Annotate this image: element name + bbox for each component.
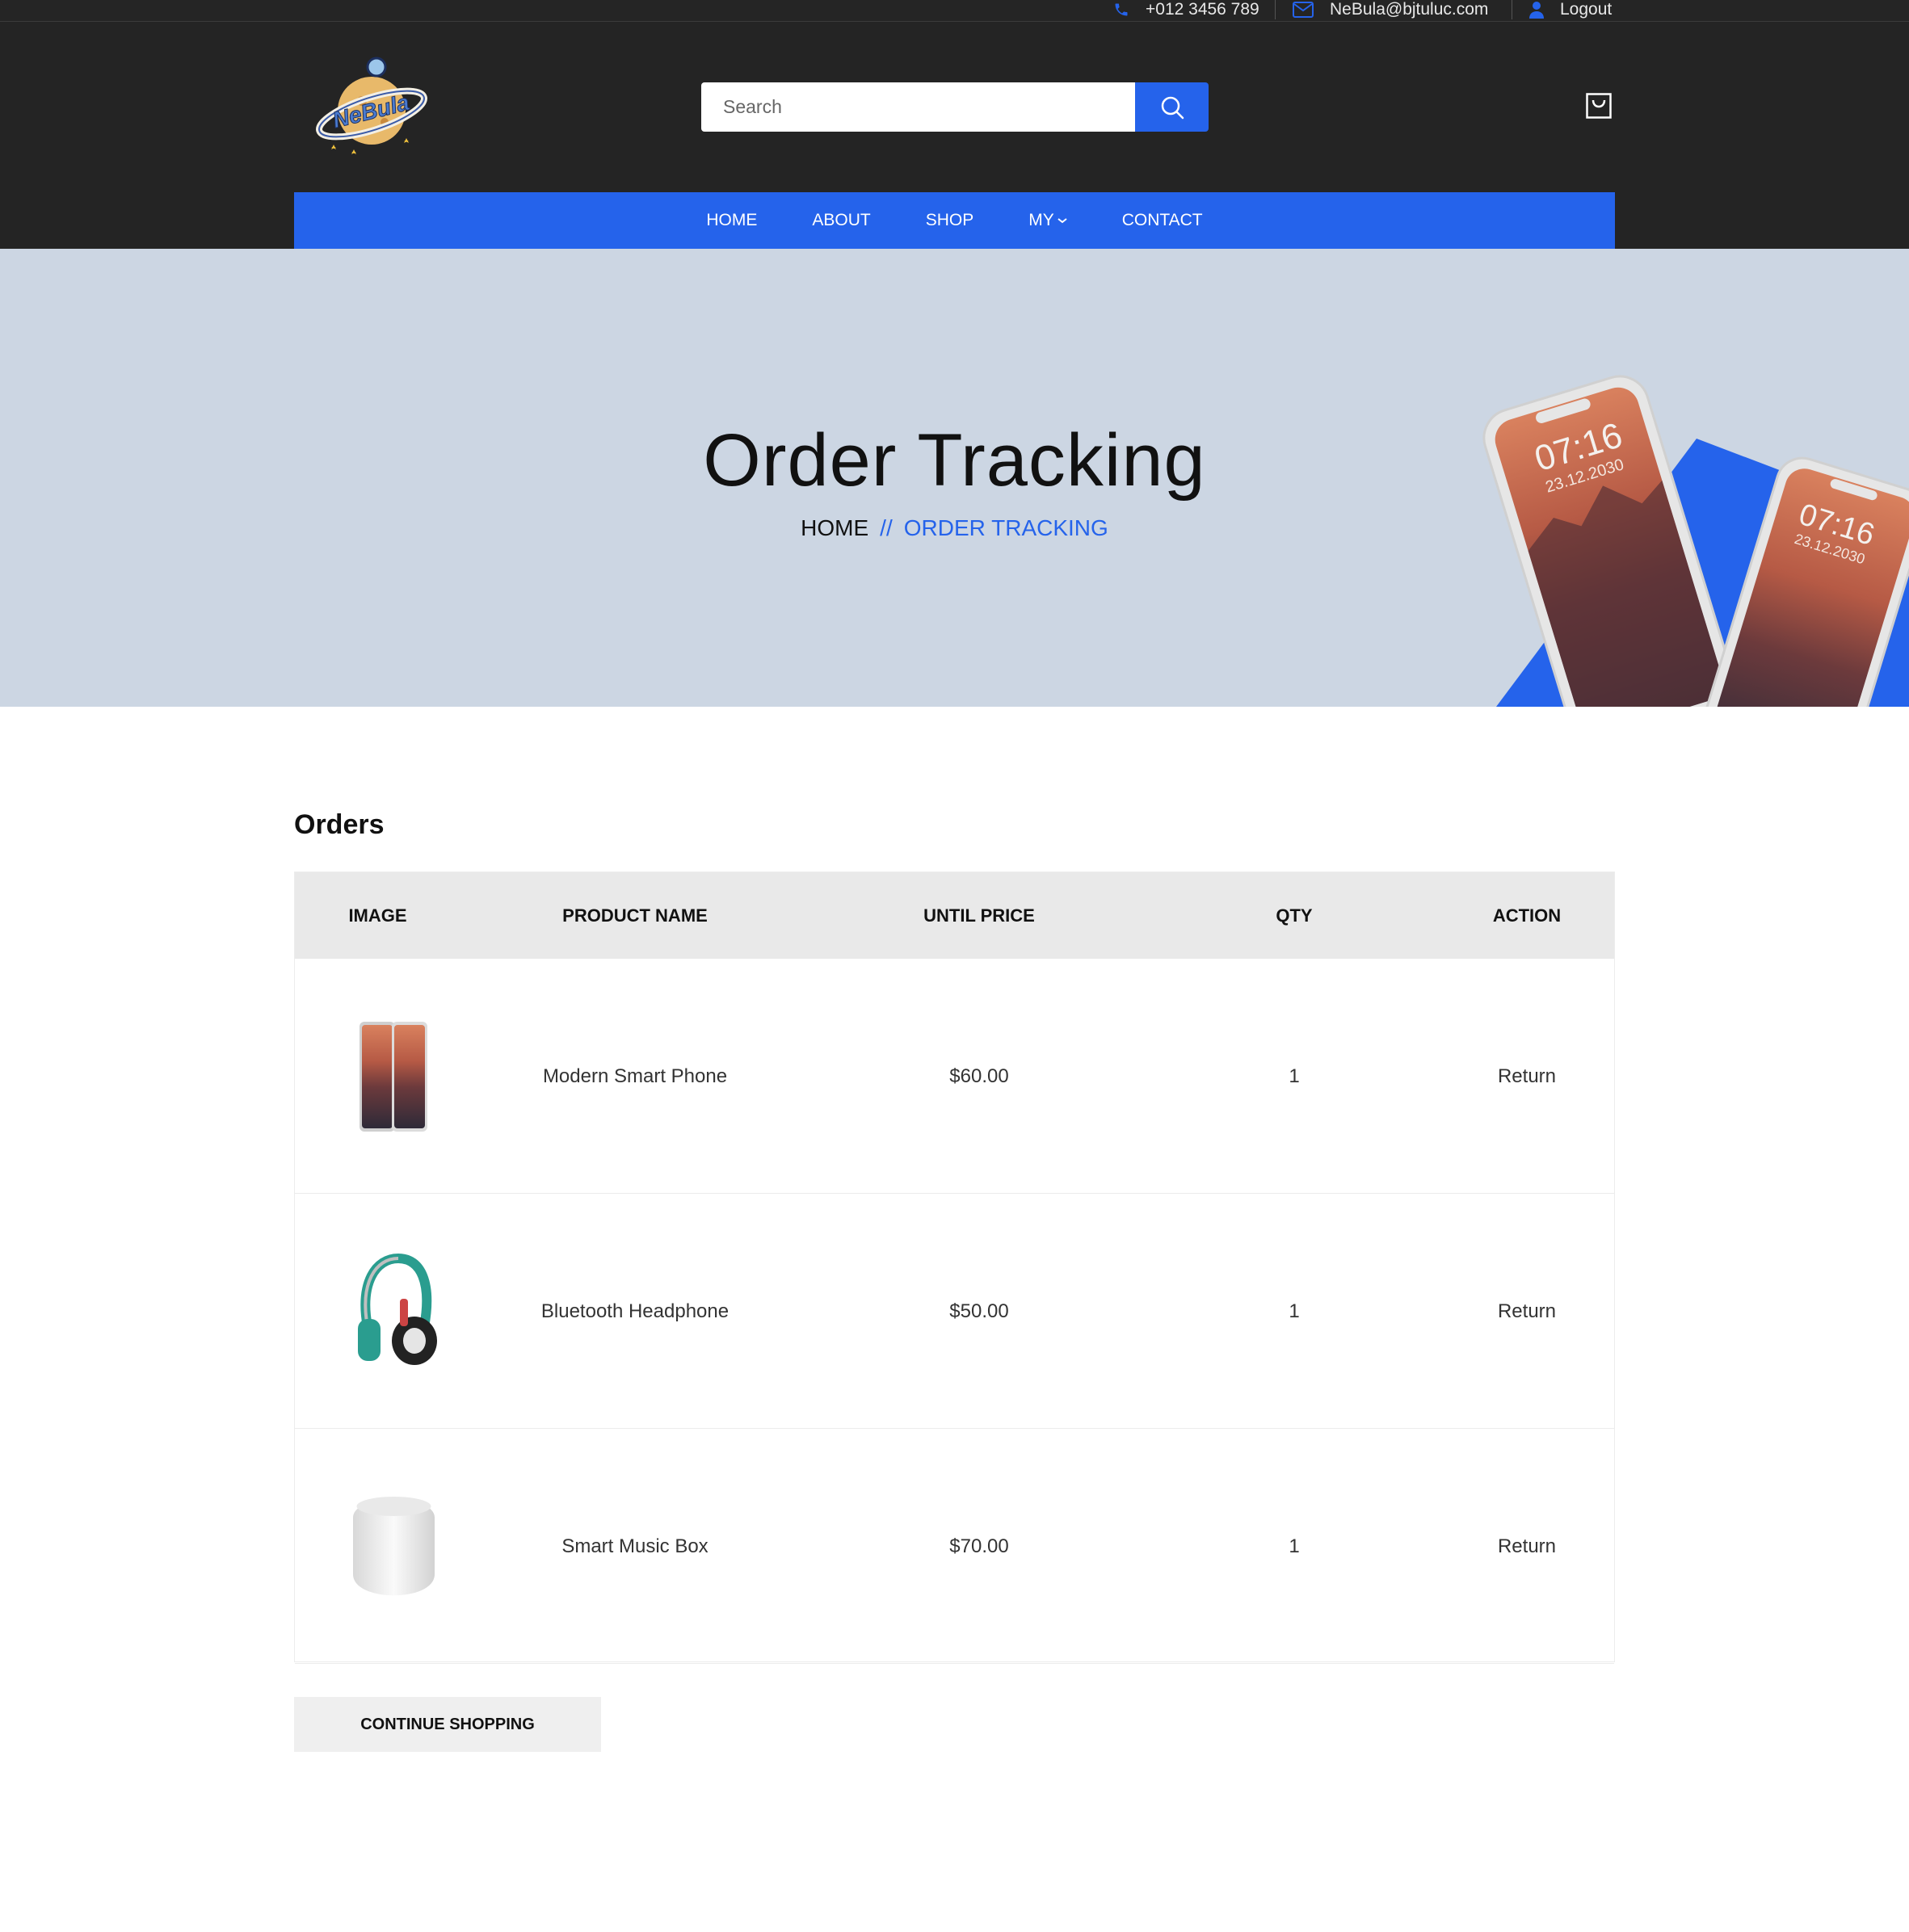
- shopping-bag-icon[interactable]: [1586, 93, 1612, 119]
- nav-about[interactable]: ABOUT: [812, 211, 870, 230]
- product-name[interactable]: Smart Music Box: [460, 1429, 809, 1664]
- product-name[interactable]: Bluetooth Headphone: [460, 1194, 809, 1429]
- unit-price: $70.00: [949, 1535, 1009, 1557]
- col-image: IMAGE: [348, 905, 407, 926]
- search-bar: [701, 82, 1209, 132]
- divider: [1275, 0, 1276, 19]
- table-row: Modern Smart Phone $60.00 1 Return: [295, 959, 1614, 1194]
- top-bar: +012 3456 789 NeBula@bjtuluc.com Logout: [0, 0, 1909, 22]
- user-icon: [1529, 2, 1544, 19]
- nebula-logo[interactable]: NeBula: [315, 54, 432, 159]
- nav-my-label: MY: [1028, 211, 1054, 229]
- unit-price: $60.00: [949, 1065, 1009, 1087]
- table-row: Smart Music Box $70.00 1 Return: [295, 1429, 1614, 1664]
- return-button[interactable]: Return: [1440, 1429, 1614, 1664]
- phone-number: +012 3456 789: [1146, 0, 1259, 19]
- nav-my[interactable]: MY: [1028, 211, 1067, 230]
- search-button[interactable]: [1135, 82, 1209, 132]
- page-banner: Order Tracking HOME//ORDER TRACKING 07:1…: [0, 249, 1909, 707]
- hero-phones-image: 07:16 23.12.2030 07:16 23.12.2030: [1482, 375, 1909, 707]
- return-button[interactable]: Return: [1440, 959, 1614, 1194]
- email-contact[interactable]: NeBula@bjtuluc.com: [1293, 0, 1488, 19]
- table-row: Bluetooth Headphone $50.00 1 Return: [295, 1194, 1614, 1429]
- main-nav: HOME ABOUT SHOP MY CONTACT: [294, 192, 1615, 249]
- search-input[interactable]: [701, 82, 1135, 132]
- search-icon: [1161, 96, 1184, 119]
- logout-link[interactable]: Logout: [1529, 0, 1612, 19]
- quantity: 1: [1289, 1535, 1300, 1557]
- orders-heading: Orders: [294, 809, 385, 840]
- col-action: ACTION: [1492, 905, 1562, 926]
- breadcrumb-separator: //: [880, 515, 893, 540]
- unit-price: $50.00: [949, 1300, 1009, 1322]
- product-image-headphone[interactable]: [343, 1250, 444, 1371]
- quantity: 1: [1289, 1300, 1300, 1322]
- phone-icon: [1115, 3, 1128, 16]
- continue-shopping-button[interactable]: CONTINUE SHOPPING: [294, 1697, 601, 1752]
- col-qty: QTY: [1276, 905, 1313, 926]
- product-image-music-box[interactable]: [343, 1485, 444, 1606]
- mail-icon: [1293, 2, 1314, 18]
- chevron-down-icon: [1058, 218, 1067, 224]
- breadcrumb-home[interactable]: HOME: [801, 515, 868, 540]
- product-image-phone[interactable]: [343, 1015, 444, 1136]
- quantity: 1: [1289, 1065, 1300, 1087]
- col-unit-price: UNTIL PRICE: [923, 905, 1035, 926]
- orders-table: IMAGE PRODUCT NAME UNTIL PRICE QTY ACTIO…: [294, 872, 1615, 1664]
- product-name[interactable]: Modern Smart Phone: [460, 959, 809, 1194]
- nav-home[interactable]: HOME: [706, 211, 757, 230]
- nav-contact[interactable]: CONTACT: [1122, 211, 1203, 230]
- col-product-name: PRODUCT NAME: [562, 905, 708, 926]
- phone-contact[interactable]: +012 3456 789: [1113, 0, 1259, 19]
- table-header: IMAGE PRODUCT NAME UNTIL PRICE QTY ACTIO…: [295, 872, 1614, 959]
- logout-label: Logout: [1560, 0, 1613, 19]
- nav-shop[interactable]: SHOP: [926, 211, 974, 230]
- breadcrumb-current: ORDER TRACKING: [903, 515, 1108, 540]
- return-button[interactable]: Return: [1440, 1194, 1614, 1429]
- site-header: NeBula HOME ABOUT SHOP MY CONTACT: [0, 22, 1909, 249]
- email-address: NeBula@bjtuluc.com: [1330, 0, 1489, 19]
